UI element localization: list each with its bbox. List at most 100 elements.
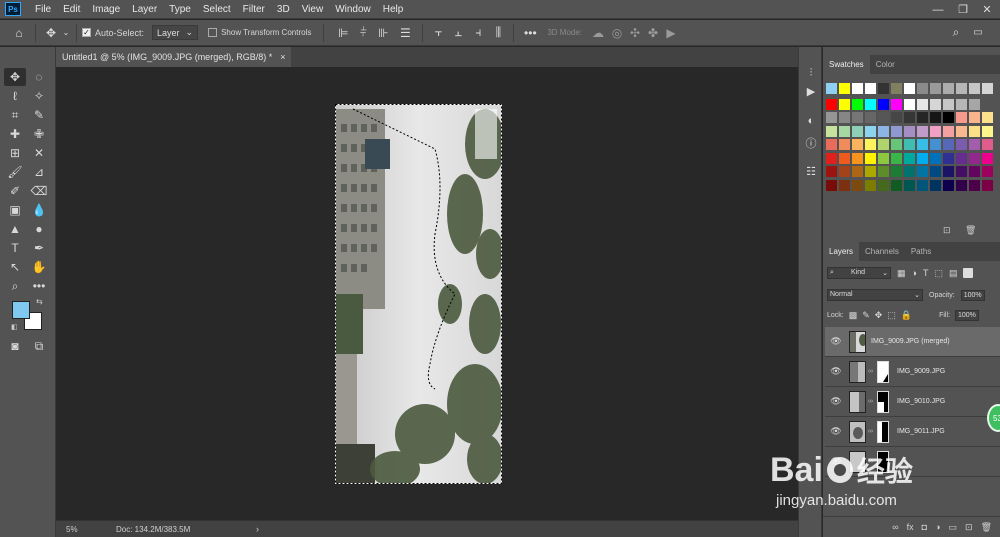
menu-select[interactable]: Select bbox=[197, 0, 237, 19]
color-swatch[interactable] bbox=[865, 112, 876, 123]
lasso-tool-icon[interactable]: ℓ bbox=[4, 87, 26, 105]
document-tab[interactable]: Untitled1 @ 5% (IMG_9009.JPG (merged), R… bbox=[56, 47, 292, 67]
color-swatch[interactable] bbox=[891, 179, 902, 191]
color-swatch[interactable] bbox=[956, 112, 967, 123]
color-swatch[interactable] bbox=[865, 98, 876, 110]
move-tool-icon[interactable]: ✥ bbox=[4, 68, 26, 86]
3d-camera-icon[interactable]: ▶ bbox=[662, 26, 680, 40]
color-swatch[interactable] bbox=[852, 125, 863, 137]
color-swatch[interactable] bbox=[943, 139, 954, 150]
blend-mode-dropdown[interactable]: Normal ⌄ bbox=[827, 289, 923, 301]
tab-paths[interactable]: Paths bbox=[905, 242, 937, 261]
color-swatch[interactable] bbox=[904, 112, 915, 123]
3d-roll-icon[interactable]: ◎ bbox=[608, 26, 626, 40]
color-swatch[interactable] bbox=[878, 83, 889, 94]
type-tool-icon[interactable]: T bbox=[4, 239, 26, 257]
color-swatch[interactable] bbox=[839, 112, 850, 123]
menu-filter[interactable]: Filter bbox=[237, 0, 271, 19]
hand-tool-icon[interactable]: ✋ bbox=[28, 258, 50, 276]
lock-transparent-icon[interactable]: ▩ bbox=[849, 310, 858, 321]
new-layer-icon[interactable]: ⊡ bbox=[965, 522, 973, 533]
color-swatch[interactable] bbox=[839, 179, 850, 191]
pixel-filter-icon[interactable]: ▦ bbox=[897, 268, 906, 279]
color-swatch[interactable] bbox=[917, 166, 928, 177]
color-swatch[interactable] bbox=[839, 139, 850, 150]
color-swatch[interactable] bbox=[865, 139, 876, 150]
color-swatch[interactable] bbox=[956, 98, 967, 110]
color-swatch[interactable] bbox=[826, 152, 837, 164]
filter-toggle-icon[interactable] bbox=[963, 268, 974, 278]
foreground-color-swatch[interactable] bbox=[12, 301, 30, 319]
color-swatch[interactable] bbox=[826, 166, 837, 177]
color-swatch[interactable] bbox=[943, 166, 954, 177]
color-swatch[interactable] bbox=[982, 166, 993, 177]
color-swatch[interactable] bbox=[956, 83, 967, 94]
color-swatch[interactable] bbox=[969, 125, 980, 137]
mask-link-icon[interactable]: ∞ bbox=[868, 428, 873, 435]
color-swatch[interactable] bbox=[982, 83, 993, 94]
menu-type[interactable]: Type bbox=[163, 0, 197, 19]
link-icon[interactable]: ∞ bbox=[892, 522, 898, 532]
color-swatch[interactable] bbox=[904, 166, 915, 177]
menu-window[interactable]: Window bbox=[329, 0, 377, 19]
layer-row[interactable]: 👁 ∞ IMG_9009.JPG bbox=[825, 357, 1000, 387]
distribute-icon[interactable]: ☰ bbox=[393, 26, 417, 40]
color-swatch[interactable] bbox=[878, 166, 889, 177]
content-aware-move-icon[interactable]: ✕ bbox=[28, 144, 50, 162]
info-panel-icon[interactable]: ⓘ bbox=[803, 135, 819, 151]
color-swatch[interactable] bbox=[904, 179, 915, 191]
menu-help[interactable]: Help bbox=[377, 0, 410, 19]
show-transform-checkbox[interactable] bbox=[208, 28, 218, 37]
visibility-eye-icon[interactable]: 👁 bbox=[829, 366, 843, 377]
color-swatch[interactable] bbox=[943, 98, 954, 110]
screen-mode-icon[interactable]: ⧉ bbox=[28, 337, 50, 355]
layer-row[interactable]: 👁 ∞ IMG_9011.JPG bbox=[825, 417, 1000, 447]
home-icon[interactable]: ⌂ bbox=[8, 26, 30, 40]
color-swatch[interactable] bbox=[982, 152, 993, 164]
color-swatch[interactable] bbox=[826, 83, 837, 94]
color-swatch[interactable] bbox=[982, 112, 993, 123]
default-colors-icon[interactable]: ◧ bbox=[11, 323, 18, 331]
color-swatch[interactable] bbox=[891, 83, 902, 94]
move-tool-preset-icon[interactable]: ✥ bbox=[41, 26, 61, 40]
color-swatch[interactable] bbox=[891, 139, 902, 150]
color-swatch[interactable] bbox=[826, 125, 837, 137]
pencil-tool-icon[interactable]: ⊿ bbox=[28, 163, 50, 181]
status-menu-arrow[interactable]: › bbox=[256, 524, 259, 534]
color-swatch[interactable] bbox=[982, 125, 993, 137]
color-swatch[interactable] bbox=[904, 125, 915, 137]
crop-tool-icon[interactable]: ⌗ bbox=[4, 106, 26, 124]
color-swatch[interactable] bbox=[956, 139, 967, 150]
color-swatch[interactable] bbox=[917, 152, 928, 164]
color-swatch[interactable] bbox=[839, 166, 850, 177]
color-swatch[interactable] bbox=[852, 179, 863, 191]
color-swatch[interactable] bbox=[904, 98, 915, 110]
align-right-icon[interactable]: ⊪ bbox=[373, 26, 393, 40]
color-swatch[interactable] bbox=[852, 139, 863, 150]
layer-name[interactable]: IMG_9010.JPG bbox=[897, 398, 945, 405]
close-window-button[interactable]: ✕ bbox=[974, 0, 1000, 19]
auto-select-checkbox[interactable]: ✓ bbox=[82, 28, 91, 37]
menu-layer[interactable]: Layer bbox=[126, 0, 163, 19]
dodge-tool-icon[interactable]: ▲ bbox=[4, 220, 26, 238]
menu-image[interactable]: Image bbox=[86, 0, 126, 19]
color-swatch[interactable] bbox=[826, 139, 837, 150]
3d-orbit-icon[interactable]: ☁ bbox=[588, 26, 608, 40]
color-swatch[interactable] bbox=[878, 139, 889, 150]
add-mask-icon[interactable]: ◘ bbox=[922, 522, 927, 532]
color-swatch[interactable] bbox=[917, 125, 928, 137]
color-swatch[interactable] bbox=[956, 166, 967, 177]
color-swatch[interactable] bbox=[839, 125, 850, 137]
layer-name[interactable]: IMG_9011.JPG bbox=[897, 428, 945, 435]
color-swatch[interactable] bbox=[969, 112, 980, 123]
zoom-tool-icon[interactable]: ⌕ bbox=[4, 277, 26, 295]
tab-color[interactable]: Color bbox=[870, 55, 901, 74]
history-brush-icon[interactable]: ✐ bbox=[4, 182, 26, 200]
new-swatch-icon[interactable]: ⊡ bbox=[943, 225, 951, 236]
color-swatch[interactable] bbox=[891, 98, 902, 110]
layer-row[interactable]: 👁 ∞ IMG_9010.JPG bbox=[825, 387, 1000, 417]
color-swatch[interactable] bbox=[865, 166, 876, 177]
path-selection-icon[interactable]: ↖ bbox=[4, 258, 26, 276]
color-swatch[interactable] bbox=[852, 98, 863, 110]
color-swatch[interactable] bbox=[930, 125, 941, 137]
